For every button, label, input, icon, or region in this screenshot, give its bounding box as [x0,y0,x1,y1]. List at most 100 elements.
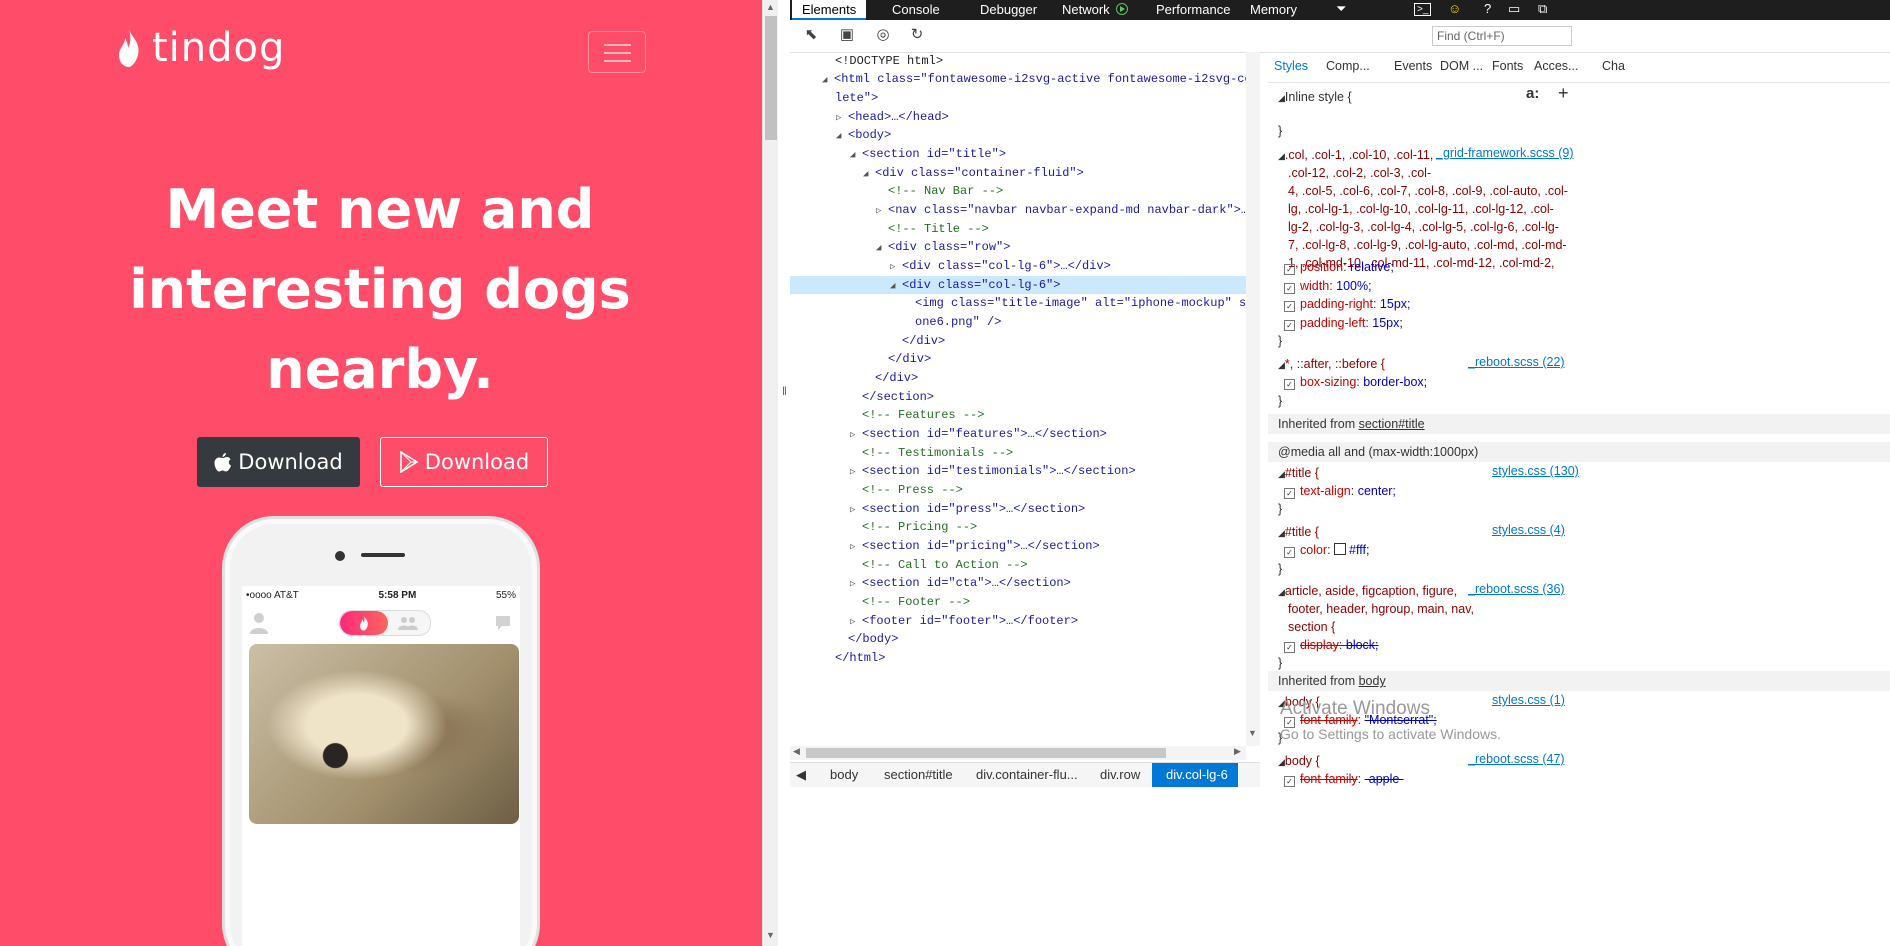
title-rule-selector[interactable]: ◢#title { [1278,464,1319,483]
dom-node[interactable]: ▷ <head>…</head> [836,108,949,126]
dom-comment[interactable]: <!-- Call to Action --> [862,556,1028,574]
collapse-triangle-icon[interactable]: ◢ [876,239,888,257]
feedback-smiley-icon[interactable]: ☺ [1448,1,1461,16]
collapse-triangle-icon[interactable]: ◢ [890,277,902,295]
property-checkbox[interactable]: ✓ [1284,488,1295,499]
help-icon[interactable]: ? [1484,1,1491,16]
dom-comment[interactable]: <!-- Features --> [862,406,984,424]
expand-triangle-icon[interactable]: ▷ [850,463,862,481]
dom-comment[interactable]: <!-- Pricing --> [862,518,977,536]
property-checkbox[interactable]: ✓ [1284,283,1295,294]
property-checkbox[interactable]: ✓ [1284,379,1295,390]
breadcrumb-container[interactable]: div.container-flu... [962,763,1078,787]
dom-node[interactable]: ▷ <section id="cta">…</section> [850,574,1071,592]
property-checkbox[interactable]: ✓ [1284,776,1295,787]
expand-triangle-icon[interactable]: ▷ [850,538,862,556]
splitter-grip-icon[interactable]: ‖ [782,384,787,398]
article-rule-selector[interactable]: ◢article, aside, figcaption, figure, [1278,582,1457,601]
inherited-link-body[interactable]: body [1359,674,1386,688]
dom-node[interactable]: ◢ <html class="fontawesome-i2svg-active f… [822,70,1246,88]
css-property[interactable]: ✓ padding-left: 15px; [1284,314,1403,332]
page-scrollbar[interactable]: ▲ ▼ [762,0,778,946]
tab-computed[interactable]: Comp... [1326,59,1370,73]
tab-accessibility[interactable]: Acces... [1534,59,1578,73]
toggle-state-icon[interactable]: a: [1526,85,1539,102]
collapse-triangle-icon[interactable]: ◢ [822,71,834,89]
expand-triangle-icon[interactable]: ▷ [850,426,862,444]
dom-node[interactable]: ▷ <section id="testimonials">…</section> [850,462,1136,480]
dom-vertical-scrollbar[interactable]: ▼ [1246,52,1260,746]
css-property[interactable]: ✓ position: relative; [1284,258,1394,276]
color-swatch[interactable] [1334,543,1347,555]
css-property[interactable]: ✓ padding-right: 15px; [1284,295,1411,313]
tab-elements[interactable]: Elements [792,0,866,20]
refresh-dom-icon[interactable]: ↻ [908,26,926,44]
property-checkbox[interactable]: ✓ [1284,642,1295,653]
css-property[interactable]: ✓ width: 100%; [1284,277,1372,295]
tab-fonts[interactable]: Fonts [1492,59,1523,73]
breadcrumb-section-title[interactable]: section#title [870,763,953,787]
collapse-triangle-icon[interactable]: ◢ [850,146,862,164]
dom-node[interactable]: ▷ <section id="pricing">…</section> [850,537,1100,555]
reboot-rule-source-link[interactable]: _reboot.scss (22) [1468,355,1565,369]
color-picker-icon[interactable]: ◎ [874,26,892,44]
scroll-down-icon[interactable]: ▼ [766,930,775,940]
scroll-up-icon[interactable]: ▲ [766,2,775,12]
css-property-overridden[interactable]: ✓ display: block; [1284,636,1379,654]
breadcrumb-row[interactable]: div.row [1086,763,1140,787]
dom-comment[interactable]: <!-- Testimonials --> [862,444,1013,462]
breadcrumb-col-lg-6[interactable]: div.col-lg-6 [1152,763,1238,787]
dom-node[interactable]: ◢ <body> [836,126,891,144]
new-rule-icon[interactable]: + [1558,83,1569,104]
dom-node[interactable]: ▷ <footer id="footer">…</footer> [850,612,1078,630]
property-checkbox[interactable]: ✓ [1284,547,1295,558]
page-scrollbar-thumb[interactable] [765,16,777,140]
dom-node[interactable]: <!DOCTYPE html> [835,52,943,70]
body-rule-source-link[interactable]: _reboot.scss (47) [1468,752,1565,766]
dom-horizontal-scrollbar-thumb[interactable] [806,748,1166,758]
scroll-right-icon[interactable]: ▶ [1234,746,1241,757]
expand-triangle-icon[interactable]: ▷ [850,575,862,593]
dom-node[interactable]: ◢ <section id="title"> [850,145,1006,163]
css-property[interactable]: ✓ box-sizing: border-box; [1284,373,1427,391]
tab-styles[interactable]: Styles [1274,59,1308,73]
collapse-triangle-icon[interactable]: ◢ [863,165,875,183]
dom-comment[interactable]: <!-- Press --> [862,481,963,499]
brand-logo[interactable]: tindog [116,28,285,68]
grid-rule-selector[interactable]: ◢.col, .col-1, .col-10, .col-11, [1278,146,1433,165]
navbar-toggler-button[interactable] [588,31,646,73]
css-property[interactable]: ✓ text-align: center; [1284,482,1396,500]
dom-node-selected[interactable]: ◢ <div class="col-lg-6"> [790,276,1246,294]
reboot-rule-selector[interactable]: ◢*, ::after, ::before { [1278,355,1385,374]
dom-node[interactable]: ◢ <div class="container-fluid"> [863,164,1084,182]
collapse-triangle-icon[interactable]: ◢ [836,127,848,145]
expand-triangle-icon[interactable]: ▷ [850,501,862,519]
expand-triangle-icon[interactable]: ▷ [876,202,888,220]
dock-icon[interactable]: ▭ [1508,1,1520,17]
undock-icon[interactable]: ⧉ [1538,1,1547,17]
dom-comment[interactable]: <!-- Nav Bar --> [888,182,1003,200]
devtools-splitter[interactable]: ‖ [778,0,790,946]
expand-triangle-icon[interactable]: ▷ [836,109,848,127]
title-rule-selector[interactable]: ◢#title { [1278,523,1319,542]
dom-node[interactable]: ▷ <section id="press">…</section> [850,500,1085,518]
dom-node[interactable]: ▷ <nav class="navbar navbar-expand-md nav… [876,201,1246,219]
expand-triangle-icon[interactable]: ▷ [850,613,862,631]
tab-dom[interactable]: DOM ... [1440,59,1483,73]
title-rule-source-link[interactable]: styles.css (4) [1492,523,1565,537]
tab-performance[interactable]: Performance [1146,0,1240,20]
css-property[interactable]: ✓ color: #fff; [1284,541,1369,559]
body-rule-selector[interactable]: ◢body { [1278,752,1320,771]
download-play-button[interactable]: Download [380,437,548,487]
dom-node[interactable]: ◢ <div class="row"> [876,238,1010,256]
more-tabs-icon[interactable]: ⏷ [1336,1,1346,17]
grid-rule-source-link[interactable]: _grid-framework.scss (9) [1436,146,1574,160]
expand-triangle-icon[interactable]: ▷ [890,258,902,276]
tab-events[interactable]: Events [1394,59,1432,73]
scroll-left-icon[interactable]: ◀ [793,746,800,757]
breadcrumb-back-icon[interactable]: ◀ [792,763,806,787]
tab-debugger[interactable]: Debugger [970,0,1047,20]
scroll-down-icon[interactable]: ▼ [1248,728,1257,738]
body-rule-source-link[interactable]: styles.css (1) [1492,693,1565,707]
css-property-overridden[interactable]: ✓ font-family: -apple- [1284,770,1404,788]
